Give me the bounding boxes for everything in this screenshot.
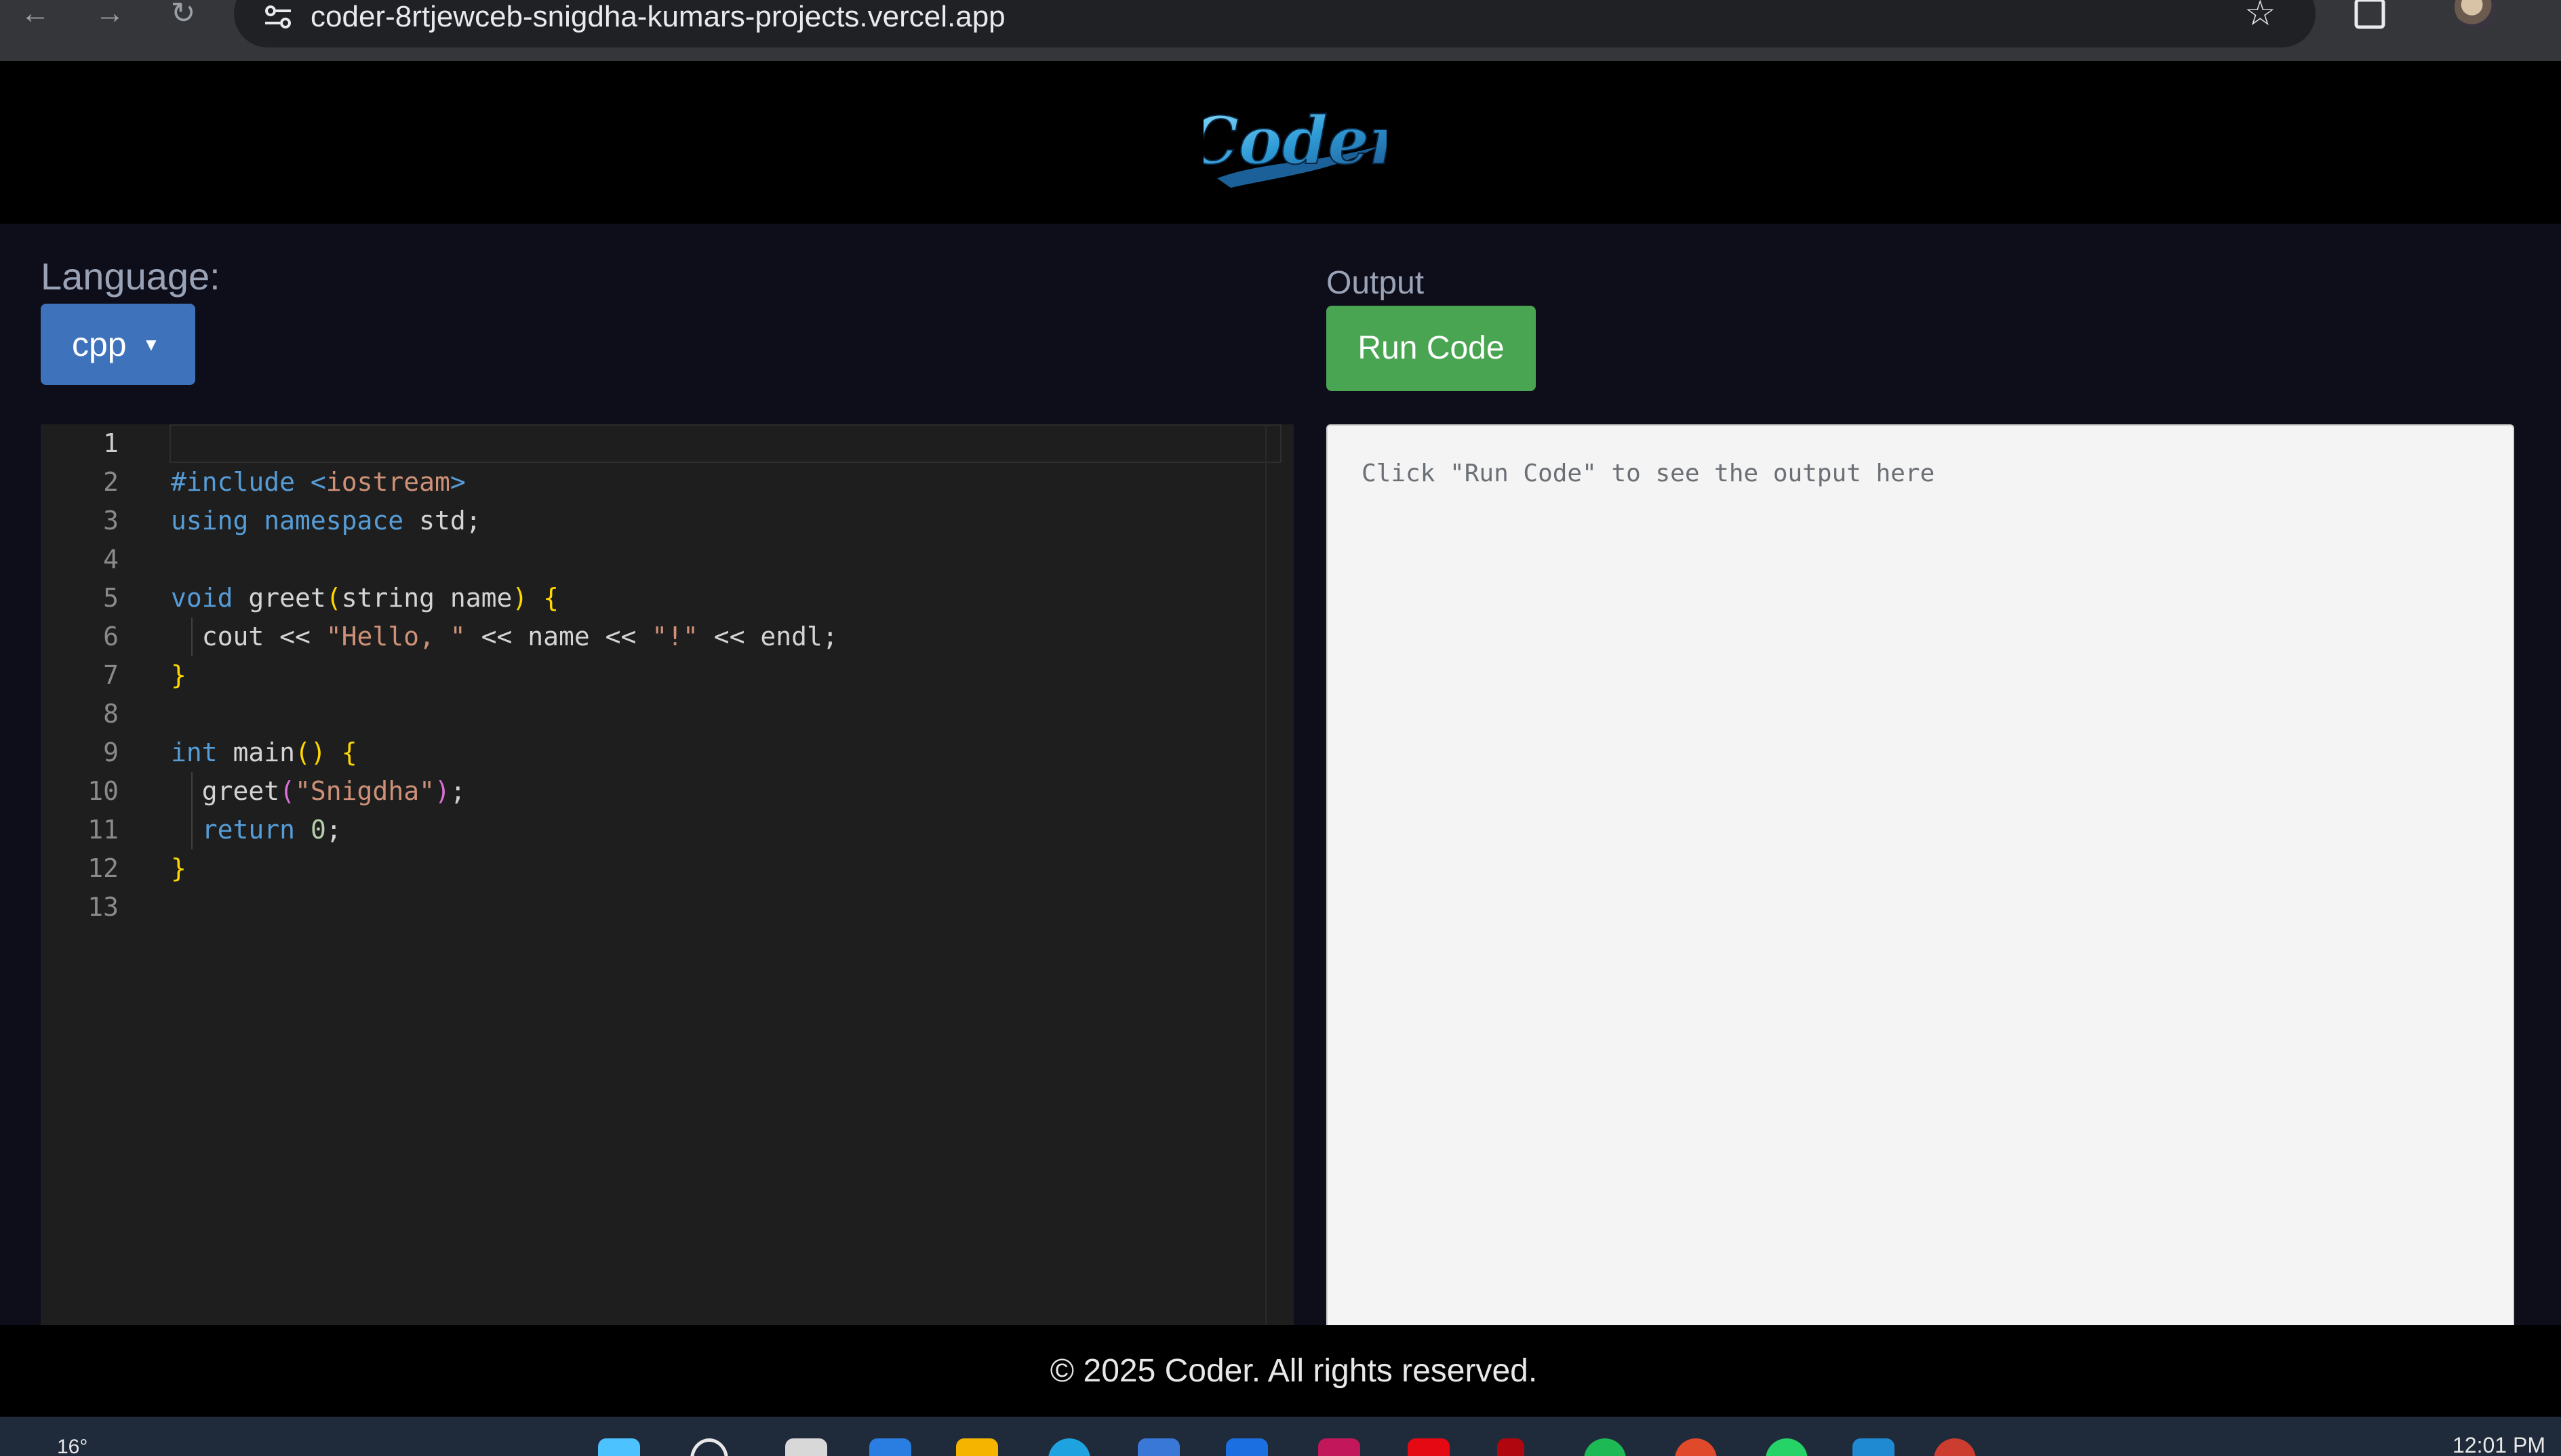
line-number: 8 (103, 699, 119, 729)
code-line[interactable]: using namespace std; (171, 502, 481, 540)
line-number: 4 (103, 544, 119, 574)
code-line[interactable]: } (171, 849, 186, 888)
logo-text: Coder (1204, 102, 1387, 179)
line-number: 9 (103, 737, 119, 767)
code-editor[interactable]: 1 2 3 4 5 6 7 8 9 10 11 12 13 #include <iostream> us… (41, 424, 1294, 1326)
footer-copyright: © 2025 Coder. All rights reserved. (1050, 1353, 1538, 1389)
caret-down-icon: ▼ (142, 334, 160, 355)
site-settings-icon[interactable] (261, 0, 295, 34)
page-footer: © 2025 Coder. All rights reserved. (0, 1325, 2561, 1417)
netflix-icon[interactable] (1497, 1438, 1524, 1456)
language-value: cpp (72, 325, 127, 363)
line-number: 13 (87, 892, 119, 922)
main-area: Language: cpp ▼ Output Run Code 12345678… (0, 224, 2561, 1333)
chrome-profile-icon[interactable] (1934, 1438, 1976, 1456)
line-number: 10 (87, 776, 119, 806)
coder-logo[interactable]: Coder (1204, 98, 1387, 193)
output-placeholder: Click "Run Code" to see the output here (1362, 460, 1935, 487)
line-number: 7 (103, 660, 119, 690)
extensions-icon[interactable] (2349, 0, 2390, 31)
code-line[interactable]: int main() { (171, 733, 357, 772)
arrow-right-icon[interactable]: → (90, 0, 130, 34)
edge-icon[interactable] (1048, 1438, 1090, 1456)
arrow-left-icon[interactable]: ← (15, 0, 56, 34)
code-line[interactable]: return 0; (171, 811, 342, 849)
taskbar-clock[interactable]: 12:01 PM (2453, 1433, 2561, 1456)
code-line[interactable]: void greet(string name) { (171, 579, 559, 618)
code-line[interactable]: #include <iostream> (171, 463, 466, 502)
language-label: Language: (41, 255, 220, 298)
star-icon[interactable]: ☆ (2244, 0, 2276, 31)
line-number: 5 (103, 583, 119, 613)
task-view-icon[interactable] (785, 1438, 827, 1456)
line-number: 11 (87, 815, 119, 845)
url-text[interactable]: coder-8rtjewceb-snigdha-kumars-projects.… (311, 0, 1006, 34)
copilot-icon[interactable] (869, 1438, 911, 1456)
whatsapp-icon[interactable] (1766, 1438, 1808, 1456)
app-header: Coder (0, 61, 2561, 224)
line-number-gutter: 1 2 3 4 5 6 7 8 9 10 11 12 13 (41, 424, 176, 1326)
editor-ruler (1265, 424, 1267, 1326)
mail-icon[interactable] (1318, 1438, 1360, 1456)
spotify-icon[interactable] (1584, 1438, 1626, 1456)
code-line[interactable]: greet("Snigdha"); (171, 772, 466, 811)
file-explorer-icon[interactable] (956, 1438, 998, 1456)
browser-toolbar: ← → ↻ coder-8rtjewceb-snigdha-kumars-pro… (0, 0, 2561, 61)
os-taskbar: 16° 12:01 PM (0, 1417, 2561, 1456)
address-bar[interactable]: coder-8rtjewceb-snigdha-kumars-projects.… (234, 0, 2316, 47)
line-number: 3 (103, 506, 119, 535)
line-number: 2 (103, 467, 119, 497)
run-code-button[interactable]: Run Code (1326, 306, 1536, 391)
youtube-icon[interactable] (1408, 1438, 1450, 1456)
reload-icon[interactable]: ↻ (163, 0, 203, 34)
search-icon[interactable] (690, 1438, 728, 1456)
weather-widget[interactable]: 16° (57, 1436, 87, 1456)
output-label: Output (1326, 265, 1425, 301)
current-line-highlight (170, 424, 1282, 463)
app-icon[interactable] (1226, 1438, 1268, 1456)
code-line[interactable]: } (171, 656, 186, 695)
line-number: 12 (87, 853, 119, 883)
line-number: 6 (103, 622, 119, 651)
chrome-icon[interactable] (1675, 1438, 1717, 1456)
store-icon[interactable] (1138, 1438, 1180, 1456)
output-panel: Click "Run Code" to see the output here (1326, 424, 2514, 1333)
windows-start-icon[interactable] (598, 1438, 640, 1456)
code-line[interactable]: cout << "Hello, " << name << "!" << endl… (171, 618, 838, 656)
language-select[interactable]: cpp ▼ (41, 304, 195, 385)
profile-avatar[interactable] (2455, 0, 2498, 28)
line-number: 1 (103, 428, 119, 458)
vscode-icon[interactable] (1852, 1438, 1894, 1456)
